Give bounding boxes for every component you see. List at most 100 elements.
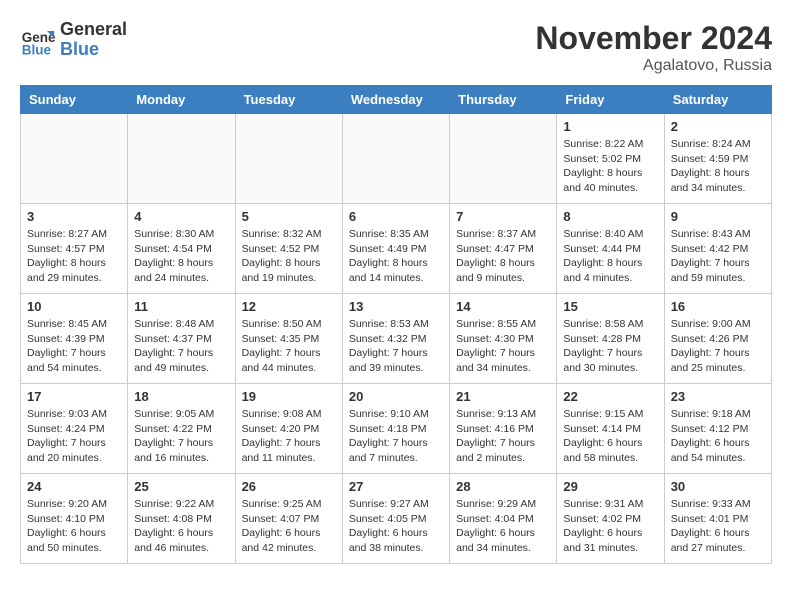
weekday-header: Monday bbox=[128, 86, 235, 114]
day-detail: Sunrise: 8:24 AM Sunset: 4:59 PM Dayligh… bbox=[671, 137, 765, 196]
day-number: 2 bbox=[671, 119, 765, 134]
week-row: 17 Sunrise: 9:03 AM Sunset: 4:24 PM Dayli… bbox=[21, 384, 772, 474]
calendar-cell: 20 Sunrise: 9:10 AM Sunset: 4:18 PM Dayli… bbox=[342, 384, 449, 474]
weekday-header: Saturday bbox=[664, 86, 771, 114]
day-number: 24 bbox=[27, 479, 121, 494]
day-detail: Sunrise: 9:27 AM Sunset: 4:05 PM Dayligh… bbox=[349, 497, 443, 556]
day-number: 10 bbox=[27, 299, 121, 314]
calendar-cell: 26 Sunrise: 9:25 AM Sunset: 4:07 PM Dayli… bbox=[235, 474, 342, 564]
day-number: 20 bbox=[349, 389, 443, 404]
day-number: 15 bbox=[563, 299, 657, 314]
title-area: November 2024 Agalatovo, Russia bbox=[535, 20, 772, 75]
calendar-cell: 4Sunrise: 8:30 AM Sunset: 4:54 PM Daylig… bbox=[128, 204, 235, 294]
day-detail: Sunrise: 9:03 AM Sunset: 4:24 PM Dayligh… bbox=[27, 407, 121, 466]
day-detail: Sunrise: 8:40 AM Sunset: 4:44 PM Dayligh… bbox=[563, 227, 657, 286]
calendar-cell: 14 Sunrise: 8:55 AM Sunset: 4:30 PM Dayli… bbox=[450, 294, 557, 384]
location: Agalatovo, Russia bbox=[535, 57, 772, 75]
day-number: 14 bbox=[456, 299, 550, 314]
calendar-cell: 17 Sunrise: 9:03 AM Sunset: 4:24 PM Dayli… bbox=[21, 384, 128, 474]
calendar-table: SundayMondayTuesdayWednesdayThursdayFrid… bbox=[20, 85, 772, 564]
week-row: 24 Sunrise: 9:20 AM Sunset: 4:10 PM Dayli… bbox=[21, 474, 772, 564]
calendar-cell bbox=[21, 114, 128, 204]
day-detail: Sunrise: 8:35 AM Sunset: 4:49 PM Dayligh… bbox=[349, 227, 443, 286]
day-number: 29 bbox=[563, 479, 657, 494]
day-number: 22 bbox=[563, 389, 657, 404]
calendar-cell: 24 Sunrise: 9:20 AM Sunset: 4:10 PM Dayli… bbox=[21, 474, 128, 564]
day-detail: Sunrise: 8:55 AM Sunset: 4:30 PM Dayligh… bbox=[456, 317, 550, 376]
day-number: 13 bbox=[349, 299, 443, 314]
day-number: 17 bbox=[27, 389, 121, 404]
calendar-cell: 22 Sunrise: 9:15 AM Sunset: 4:14 PM Dayli… bbox=[557, 384, 664, 474]
day-number: 26 bbox=[242, 479, 336, 494]
day-detail: Sunrise: 8:53 AM Sunset: 4:32 PM Dayligh… bbox=[349, 317, 443, 376]
day-number: 3 bbox=[27, 209, 121, 224]
day-number: 12 bbox=[242, 299, 336, 314]
day-detail: Sunrise: 8:45 AM Sunset: 4:39 PM Dayligh… bbox=[27, 317, 121, 376]
day-number: 30 bbox=[671, 479, 765, 494]
day-detail: Sunrise: 8:58 AM Sunset: 4:28 PM Dayligh… bbox=[563, 317, 657, 376]
day-detail: Sunrise: 8:48 AM Sunset: 4:37 PM Dayligh… bbox=[134, 317, 228, 376]
day-number: 5 bbox=[242, 209, 336, 224]
calendar-cell: 2 Sunrise: 8:24 AM Sunset: 4:59 PM Daylig… bbox=[664, 114, 771, 204]
calendar-cell: 28Sunrise: 9:29 AM Sunset: 4:04 PM Dayli… bbox=[450, 474, 557, 564]
day-number: 16 bbox=[671, 299, 765, 314]
weekday-header: Friday bbox=[557, 86, 664, 114]
calendar-cell: 5 Sunrise: 8:32 AM Sunset: 4:52 PM Daylig… bbox=[235, 204, 342, 294]
calendar-cell bbox=[235, 114, 342, 204]
day-number: 11 bbox=[134, 299, 228, 314]
day-number: 19 bbox=[242, 389, 336, 404]
weekday-header: Tuesday bbox=[235, 86, 342, 114]
day-detail: Sunrise: 8:32 AM Sunset: 4:52 PM Dayligh… bbox=[242, 227, 336, 286]
calendar-cell: 7 Sunrise: 8:37 AM Sunset: 4:47 PM Daylig… bbox=[450, 204, 557, 294]
day-detail: Sunrise: 8:43 AM Sunset: 4:42 PM Dayligh… bbox=[671, 227, 765, 286]
calendar-cell: 27Sunrise: 9:27 AM Sunset: 4:05 PM Dayli… bbox=[342, 474, 449, 564]
logo-icon: General Blue bbox=[20, 22, 56, 58]
calendar-cell bbox=[342, 114, 449, 204]
calendar-cell: 30 Sunrise: 9:33 AM Sunset: 4:01 PM Dayli… bbox=[664, 474, 771, 564]
day-number: 21 bbox=[456, 389, 550, 404]
logo: General Blue General Blue bbox=[20, 20, 127, 60]
day-detail: Sunrise: 9:13 AM Sunset: 4:16 PM Dayligh… bbox=[456, 407, 550, 466]
day-detail: Sunrise: 8:27 AM Sunset: 4:57 PM Dayligh… bbox=[27, 227, 121, 286]
day-detail: Sunrise: 9:31 AM Sunset: 4:02 PM Dayligh… bbox=[563, 497, 657, 556]
day-number: 4 bbox=[134, 209, 228, 224]
calendar-cell: 23Sunrise: 9:18 AM Sunset: 4:12 PM Dayli… bbox=[664, 384, 771, 474]
day-number: 18 bbox=[134, 389, 228, 404]
calendar-cell: 3 Sunrise: 8:27 AM Sunset: 4:57 PM Daylig… bbox=[21, 204, 128, 294]
day-number: 7 bbox=[456, 209, 550, 224]
day-detail: Sunrise: 9:33 AM Sunset: 4:01 PM Dayligh… bbox=[671, 497, 765, 556]
calendar-cell: 11 Sunrise: 8:48 AM Sunset: 4:37 PM Dayli… bbox=[128, 294, 235, 384]
week-row: 1Sunrise: 8:22 AM Sunset: 5:02 PM Daylig… bbox=[21, 114, 772, 204]
month-title: November 2024 bbox=[535, 20, 772, 57]
calendar-cell: 19Sunrise: 9:08 AM Sunset: 4:20 PM Dayli… bbox=[235, 384, 342, 474]
calendar-cell: 1Sunrise: 8:22 AM Sunset: 5:02 PM Daylig… bbox=[557, 114, 664, 204]
calendar-cell: 12 Sunrise: 8:50 AM Sunset: 4:35 PM Dayli… bbox=[235, 294, 342, 384]
day-detail: Sunrise: 9:15 AM Sunset: 4:14 PM Dayligh… bbox=[563, 407, 657, 466]
day-detail: Sunrise: 8:50 AM Sunset: 4:35 PM Dayligh… bbox=[242, 317, 336, 376]
day-number: 23 bbox=[671, 389, 765, 404]
day-number: 9 bbox=[671, 209, 765, 224]
calendar-cell: 8 Sunrise: 8:40 AM Sunset: 4:44 PM Daylig… bbox=[557, 204, 664, 294]
calendar-cell: 16 Sunrise: 9:00 AM Sunset: 4:26 PM Dayli… bbox=[664, 294, 771, 384]
calendar-cell: 10 Sunrise: 8:45 AM Sunset: 4:39 PM Dayli… bbox=[21, 294, 128, 384]
day-detail: Sunrise: 9:25 AM Sunset: 4:07 PM Dayligh… bbox=[242, 497, 336, 556]
calendar-cell bbox=[128, 114, 235, 204]
day-detail: Sunrise: 9:05 AM Sunset: 4:22 PM Dayligh… bbox=[134, 407, 228, 466]
weekday-header: Sunday bbox=[21, 86, 128, 114]
day-detail: Sunrise: 8:37 AM Sunset: 4:47 PM Dayligh… bbox=[456, 227, 550, 286]
calendar-cell: 9 Sunrise: 8:43 AM Sunset: 4:42 PM Daylig… bbox=[664, 204, 771, 294]
day-detail: Sunrise: 9:10 AM Sunset: 4:18 PM Dayligh… bbox=[349, 407, 443, 466]
calendar-cell: 29 Sunrise: 9:31 AM Sunset: 4:02 PM Dayli… bbox=[557, 474, 664, 564]
day-number: 8 bbox=[563, 209, 657, 224]
week-row: 10 Sunrise: 8:45 AM Sunset: 4:39 PM Dayli… bbox=[21, 294, 772, 384]
svg-text:Blue: Blue bbox=[22, 42, 52, 57]
page-header: General Blue General Blue November 2024 … bbox=[20, 20, 772, 75]
calendar-cell: 13 Sunrise: 8:53 AM Sunset: 4:32 PM Dayli… bbox=[342, 294, 449, 384]
day-detail: Sunrise: 9:00 AM Sunset: 4:26 PM Dayligh… bbox=[671, 317, 765, 376]
logo-text: General Blue bbox=[60, 20, 127, 60]
day-detail: Sunrise: 9:29 AM Sunset: 4:04 PM Dayligh… bbox=[456, 497, 550, 556]
calendar-cell: 6Sunrise: 8:35 AM Sunset: 4:49 PM Daylig… bbox=[342, 204, 449, 294]
calendar-cell: 15 Sunrise: 8:58 AM Sunset: 4:28 PM Dayli… bbox=[557, 294, 664, 384]
day-detail: Sunrise: 9:20 AM Sunset: 4:10 PM Dayligh… bbox=[27, 497, 121, 556]
calendar-cell: 21 Sunrise: 9:13 AM Sunset: 4:16 PM Dayli… bbox=[450, 384, 557, 474]
